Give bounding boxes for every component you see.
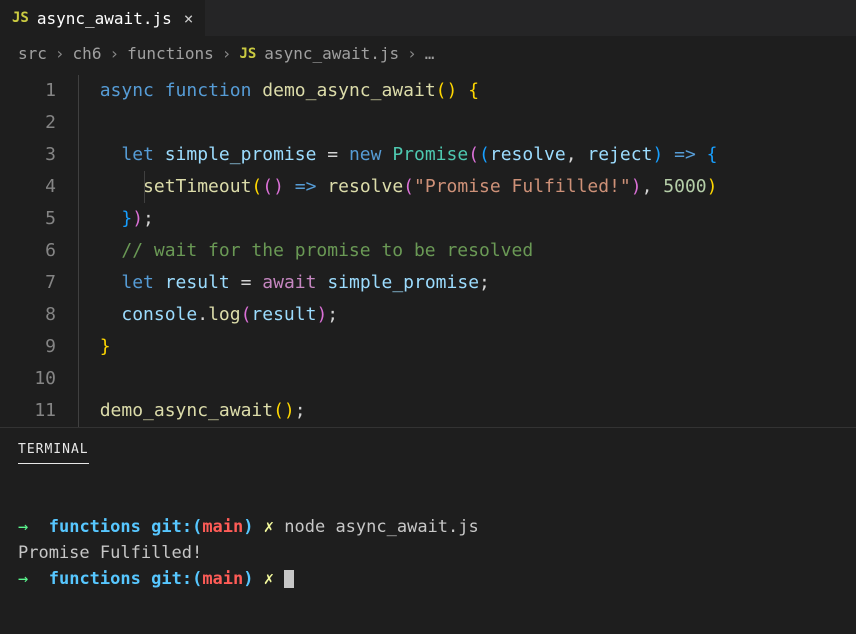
js-file-icon: JS	[12, 10, 29, 26]
code-line[interactable]: 1 async function demo_async_await() {	[0, 75, 856, 107]
line-number: 10	[0, 363, 78, 395]
terminal-output: Promise Fulfilled!	[18, 543, 202, 563]
prompt-arrow-icon: →	[18, 569, 28, 589]
breadcrumb-file[interactable]: async_await.js	[264, 44, 399, 63]
close-icon[interactable]: ×	[184, 9, 194, 28]
line-number: 2	[0, 107, 78, 139]
line-number: 5	[0, 203, 78, 235]
line-number: 4	[0, 171, 78, 203]
breadcrumb[interactable]: src › ch6 › functions › JS async_await.j…	[0, 36, 856, 71]
git-dirty-icon: ✗	[264, 517, 274, 537]
tab-bar: JS async_await.js ×	[0, 0, 856, 36]
terminal-body[interactable]: → functions git:(main) ✗ node async_awai…	[18, 488, 838, 618]
chevron-right-icon: ›	[109, 44, 119, 63]
prompt-dir: functions	[49, 569, 141, 589]
git-branch: main	[202, 517, 243, 537]
chevron-right-icon: ›	[55, 44, 65, 63]
tab-filename: async_await.js	[37, 9, 172, 28]
line-number: 6	[0, 235, 78, 267]
git-dirty-icon: ✗	[264, 569, 274, 589]
code-line[interactable]: 2	[0, 107, 856, 139]
terminal-tab[interactable]: TERMINAL	[18, 442, 89, 464]
prompt-arrow-icon: →	[18, 517, 28, 537]
line-number: 1	[0, 75, 78, 107]
code-line[interactable]: 4 setTimeout(() => resolve("Promise Fulf…	[0, 171, 856, 203]
code-line[interactable]: 3 let simple_promise = new Promise((reso…	[0, 139, 856, 171]
code-line[interactable]: 7 let result = await simple_promise;	[0, 267, 856, 299]
code-editor[interactable]: 1 async function demo_async_await() { 2 …	[0, 71, 856, 427]
code-line[interactable]: 11 demo_async_await();	[0, 395, 856, 427]
chevron-right-icon: ›	[222, 44, 232, 63]
chevron-right-icon: ›	[407, 44, 417, 63]
line-number: 8	[0, 299, 78, 331]
line-number: 3	[0, 139, 78, 171]
code-line[interactable]: 9 }	[0, 331, 856, 363]
prompt-git: git:	[151, 569, 192, 589]
prompt-git: git:	[151, 517, 192, 537]
git-branch: main	[202, 569, 243, 589]
breadcrumb-part[interactable]: src	[18, 44, 47, 63]
terminal-cursor	[284, 570, 294, 588]
js-file-icon: JS	[239, 46, 256, 62]
code-line[interactable]: 10	[0, 363, 856, 395]
breadcrumb-part[interactable]: ch6	[73, 44, 102, 63]
line-number: 9	[0, 331, 78, 363]
line-number: 11	[0, 395, 78, 427]
terminal-command: node async_await.js	[284, 517, 478, 537]
line-number: 7	[0, 267, 78, 299]
breadcrumb-tail[interactable]: …	[425, 44, 435, 63]
prompt-dir: functions	[49, 517, 141, 537]
code-line[interactable]: 5 });	[0, 203, 856, 235]
code-line[interactable]: 6 // wait for the promise to be resolved	[0, 235, 856, 267]
terminal-panel[interactable]: TERMINAL → functions git:(main) ✗ node a…	[0, 427, 856, 634]
editor-tab[interactable]: JS async_await.js ×	[0, 0, 205, 36]
code-line[interactable]: 8 console.log(result);	[0, 299, 856, 331]
breadcrumb-part[interactable]: functions	[127, 44, 214, 63]
